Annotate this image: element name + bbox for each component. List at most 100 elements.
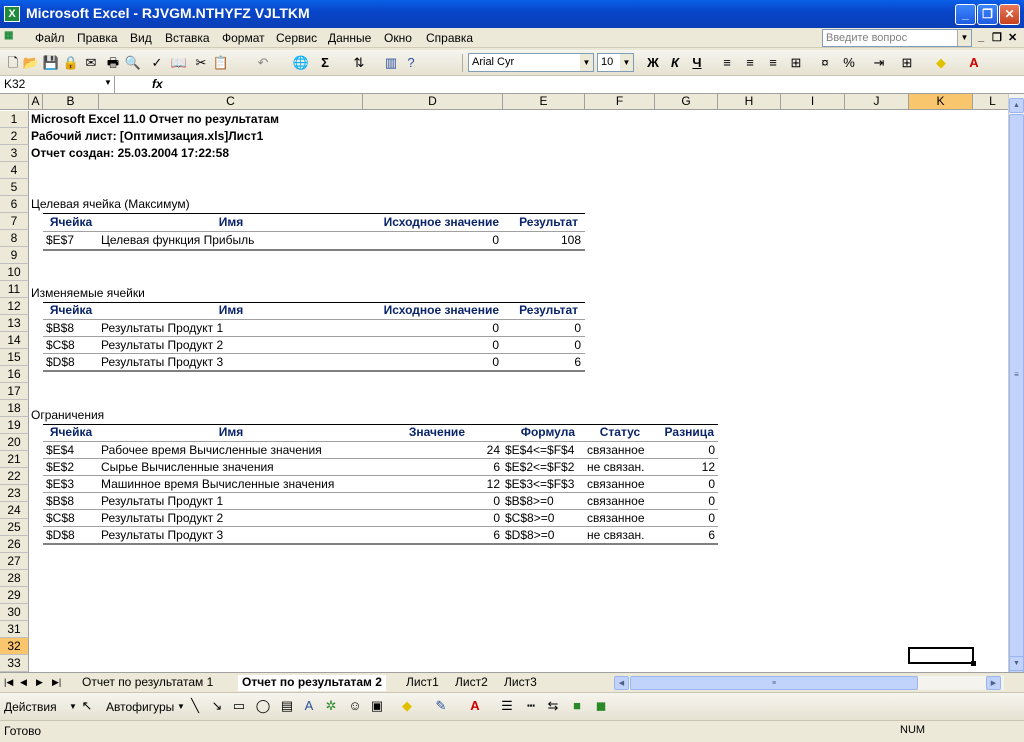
menu-edit[interactable]: Правка bbox=[77, 31, 118, 45]
print-icon[interactable]: 🖶 bbox=[104, 54, 122, 72]
underline-button[interactable]: Ч bbox=[688, 54, 706, 72]
tab-sheet-report-2[interactable]: Отчет по результатам 2 bbox=[238, 675, 386, 691]
menu-data[interactable]: Данные bbox=[328, 31, 371, 45]
prev-sheet-icon[interactable]: ◀ bbox=[20, 675, 27, 691]
doc-restore-button[interactable]: ❐ bbox=[992, 31, 1002, 44]
cut-icon[interactable]: ✂ bbox=[192, 54, 210, 72]
row-header-7[interactable]: 7 bbox=[0, 213, 29, 230]
vertical-scrollbar[interactable]: ▲ ≡ ▼ bbox=[1008, 94, 1024, 674]
wordart-icon[interactable]: A bbox=[300, 697, 318, 715]
row-header-13[interactable]: 13 bbox=[0, 315, 29, 332]
insert-function-icon[interactable]: fx bbox=[152, 77, 163, 91]
h-scroll-thumb[interactable]: ≡ bbox=[630, 676, 918, 690]
fill-color-icon[interactable]: ◆ bbox=[398, 697, 416, 715]
percent-button[interactable]: % bbox=[840, 54, 858, 72]
draw-actions-menu[interactable]: Действия bbox=[4, 698, 57, 716]
select-objects-icon[interactable]: ↖ bbox=[78, 697, 96, 715]
tab-sheet-2[interactable]: Лист2 bbox=[455, 675, 488, 691]
arrow-icon[interactable]: ↘ bbox=[208, 697, 226, 715]
undo-icon[interactable]: ↶ bbox=[254, 54, 272, 72]
column-header-k[interactable]: K bbox=[909, 94, 973, 110]
line-icon[interactable]: ╲ bbox=[186, 697, 204, 715]
tab-sheet-3[interactable]: Лист3 bbox=[504, 675, 537, 691]
row-header-26[interactable]: 26 bbox=[0, 536, 29, 553]
italic-button[interactable]: К bbox=[666, 54, 684, 72]
row-header-30[interactable]: 30 bbox=[0, 604, 29, 621]
column-header-b[interactable]: B bbox=[43, 94, 99, 110]
column-header-i[interactable]: I bbox=[781, 94, 845, 110]
active-cell-k32[interactable] bbox=[908, 647, 976, 666]
row-header-27[interactable]: 27 bbox=[0, 553, 29, 570]
close-button[interactable]: ✕ bbox=[999, 4, 1020, 25]
fill-color-icon[interactable]: ◆ bbox=[932, 54, 950, 72]
column-header-j[interactable]: J bbox=[845, 94, 909, 110]
row-header-22[interactable]: 22 bbox=[0, 468, 29, 485]
hyperlink-icon[interactable]: 🌐 bbox=[292, 54, 310, 72]
horizontal-scrollbar[interactable]: ◀ ≡ ▶ bbox=[614, 676, 1004, 690]
borders-icon[interactable]: ⊞ bbox=[898, 54, 916, 72]
next-sheet-icon[interactable]: ▶ bbox=[36, 675, 43, 691]
textbox-icon[interactable]: ▤ bbox=[278, 697, 296, 715]
align-center-icon[interactable]: ≡ bbox=[741, 54, 759, 72]
first-sheet-icon[interactable]: |◀ bbox=[4, 675, 13, 691]
row-header-25[interactable]: 25 bbox=[0, 519, 29, 536]
row-header-18[interactable]: 18 bbox=[0, 400, 29, 417]
font-color-icon[interactable]: A bbox=[466, 697, 484, 715]
help-search-input[interactable]: Введите вопрос ▼ bbox=[822, 29, 972, 47]
menu-tools[interactable]: Сервис bbox=[276, 31, 317, 45]
menu-format[interactable]: Формат bbox=[222, 31, 265, 45]
menu-insert[interactable]: Вставка bbox=[165, 31, 210, 45]
font-size-select[interactable]: 10 ▼ bbox=[597, 53, 634, 72]
column-header-d[interactable]: D bbox=[363, 94, 503, 110]
menu-help[interactable]: Справка bbox=[426, 31, 473, 45]
3d-icon[interactable]: ◼ bbox=[592, 697, 610, 715]
row-header-21[interactable]: 21 bbox=[0, 451, 29, 468]
rectangle-icon[interactable]: ▭ bbox=[230, 697, 248, 715]
chevron-down-icon[interactable]: ▼ bbox=[620, 54, 633, 71]
menu-view[interactable]: Вид bbox=[130, 31, 152, 45]
column-header-l[interactable]: L bbox=[973, 94, 1008, 110]
row-header-28[interactable]: 28 bbox=[0, 570, 29, 587]
row-header-14[interactable]: 14 bbox=[0, 332, 29, 349]
paste-icon[interactable]: 📋 bbox=[212, 54, 230, 72]
column-header-c[interactable]: C bbox=[99, 94, 363, 110]
worksheet-grid[interactable]: A B C D E F G H I J K L Microsoft Excel … bbox=[0, 94, 1008, 672]
row-header-12[interactable]: 12 bbox=[0, 298, 29, 315]
autosum-icon[interactable]: Σ bbox=[316, 54, 334, 72]
oval-icon[interactable]: ◯ bbox=[254, 697, 272, 715]
row-header-15[interactable]: 15 bbox=[0, 349, 29, 366]
column-header-f[interactable]: F bbox=[585, 94, 655, 110]
spelling-icon[interactable]: ✓ bbox=[148, 54, 166, 72]
doc-close-button[interactable]: ✕ bbox=[1008, 31, 1017, 44]
row-header-1[interactable]: 1 bbox=[0, 111, 29, 128]
row-header-23[interactable]: 23 bbox=[0, 485, 29, 502]
scroll-down-icon[interactable]: ▼ bbox=[1009, 656, 1024, 671]
dash-style-icon[interactable]: ┅ bbox=[522, 697, 540, 715]
excel-app-icon[interactable]: X bbox=[4, 6, 20, 22]
row-header-24[interactable]: 24 bbox=[0, 502, 29, 519]
diagram-icon[interactable]: ✲ bbox=[322, 697, 340, 715]
tab-sheet-1[interactable]: Лист1 bbox=[406, 675, 439, 691]
workbook-icon[interactable]: ▦ bbox=[4, 30, 13, 41]
email-icon[interactable]: ✉ bbox=[82, 54, 100, 72]
name-box[interactable]: K32 ▼ bbox=[0, 76, 115, 93]
row-header-4[interactable]: 4 bbox=[0, 162, 29, 179]
autoshapes-menu[interactable]: Автофигуры bbox=[106, 698, 174, 716]
clipart-icon[interactable]: ☺ bbox=[346, 697, 364, 715]
column-header-h[interactable]: H bbox=[718, 94, 781, 110]
restore-button[interactable]: ❐ bbox=[977, 4, 998, 25]
column-header-g[interactable]: G bbox=[655, 94, 718, 110]
row-header-6[interactable]: 6 bbox=[0, 196, 29, 213]
last-sheet-icon[interactable]: ▶| bbox=[52, 675, 61, 691]
indent-icon[interactable]: ⇥ bbox=[870, 54, 888, 72]
open-icon[interactable]: 📂 bbox=[22, 54, 40, 72]
row-header-16[interactable]: 16 bbox=[0, 366, 29, 383]
scroll-right-icon[interactable]: ▶ bbox=[986, 676, 1001, 690]
line-color-icon[interactable]: ✎ bbox=[432, 697, 450, 715]
menu-window[interactable]: Окно bbox=[384, 31, 412, 45]
align-right-icon[interactable]: ≡ bbox=[764, 54, 782, 72]
sort-ascending-icon[interactable]: ⇅ bbox=[350, 54, 368, 72]
line-style-icon[interactable]: ☰ bbox=[498, 697, 516, 715]
save-icon[interactable]: 💾 bbox=[42, 54, 60, 72]
currency-icon[interactable]: ¤ bbox=[816, 54, 834, 72]
